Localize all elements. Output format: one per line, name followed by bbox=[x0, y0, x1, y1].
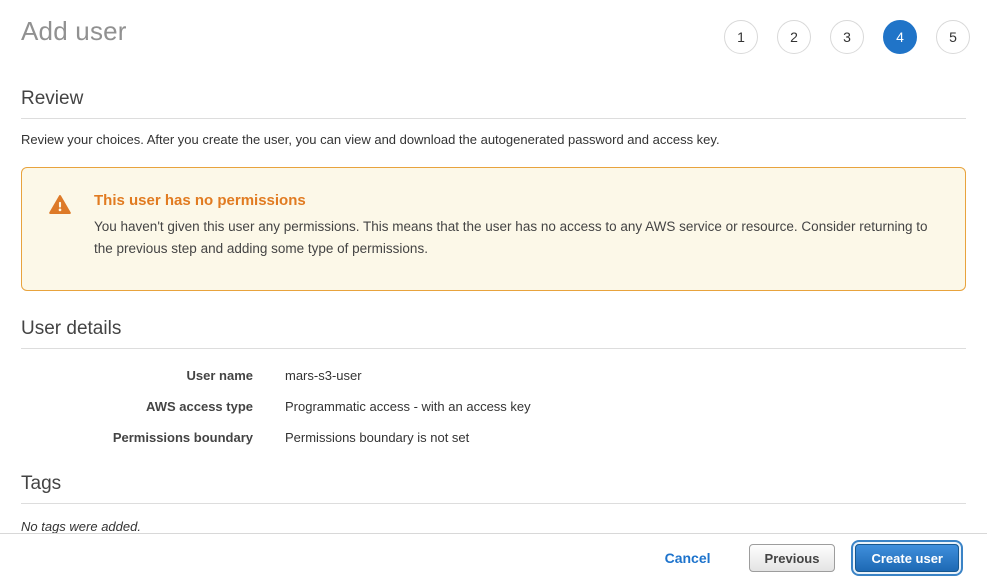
user-details-divider bbox=[21, 348, 966, 349]
tags-divider bbox=[21, 503, 966, 504]
access-type-label: AWS access type bbox=[21, 399, 253, 414]
cancel-link[interactable]: Cancel bbox=[665, 550, 711, 566]
step-5-circle[interactable]: 5 bbox=[936, 20, 970, 54]
wizard-header: Add user 1 2 3 4 5 bbox=[0, 0, 987, 62]
warning-title: This user has no permissions bbox=[94, 192, 935, 209]
review-section: Review Review your choices. After you cr… bbox=[21, 88, 966, 148]
user-name-value: mars-s3-user bbox=[285, 368, 362, 383]
detail-row-user-name: User name mars-s3-user bbox=[21, 368, 966, 383]
step-1-circle[interactable]: 1 bbox=[724, 20, 758, 54]
no-permissions-warning-banner: This user has no permissions You haven't… bbox=[21, 167, 966, 291]
step-2-circle[interactable]: 2 bbox=[777, 20, 811, 54]
tags-empty-message: No tags were added. bbox=[21, 519, 966, 534]
previous-button[interactable]: Previous bbox=[749, 544, 836, 572]
create-user-button[interactable]: Create user bbox=[855, 544, 959, 572]
warning-body: You haven't given this user any permissi… bbox=[94, 216, 935, 260]
wizard-step-indicator: 1 2 3 4 5 bbox=[724, 20, 970, 54]
user-name-label: User name bbox=[21, 368, 253, 383]
detail-row-permissions-boundary: Permissions boundary Permissions boundar… bbox=[21, 430, 966, 445]
warning-triangle-icon bbox=[49, 194, 71, 221]
tags-heading: Tags bbox=[21, 473, 966, 495]
wizard-footer: Cancel Previous Create user bbox=[0, 533, 987, 581]
detail-row-access-type: AWS access type Programmatic access - wi… bbox=[21, 399, 966, 414]
access-type-value: Programmatic access - with an access key bbox=[285, 399, 531, 414]
step-4-circle-active[interactable]: 4 bbox=[883, 20, 917, 54]
review-heading: Review bbox=[21, 88, 966, 110]
permissions-boundary-value: Permissions boundary is not set bbox=[285, 430, 469, 445]
tags-section: Tags No tags were added. bbox=[21, 473, 966, 534]
step-3-circle[interactable]: 3 bbox=[830, 20, 864, 54]
permissions-boundary-label: Permissions boundary bbox=[21, 430, 253, 445]
user-details-section: User details User name mars-s3-user AWS … bbox=[21, 318, 966, 445]
page-title: Add user bbox=[21, 16, 127, 47]
review-divider bbox=[21, 118, 966, 119]
user-details-heading: User details bbox=[21, 318, 966, 340]
review-description: Review your choices. After you create th… bbox=[21, 131, 966, 148]
